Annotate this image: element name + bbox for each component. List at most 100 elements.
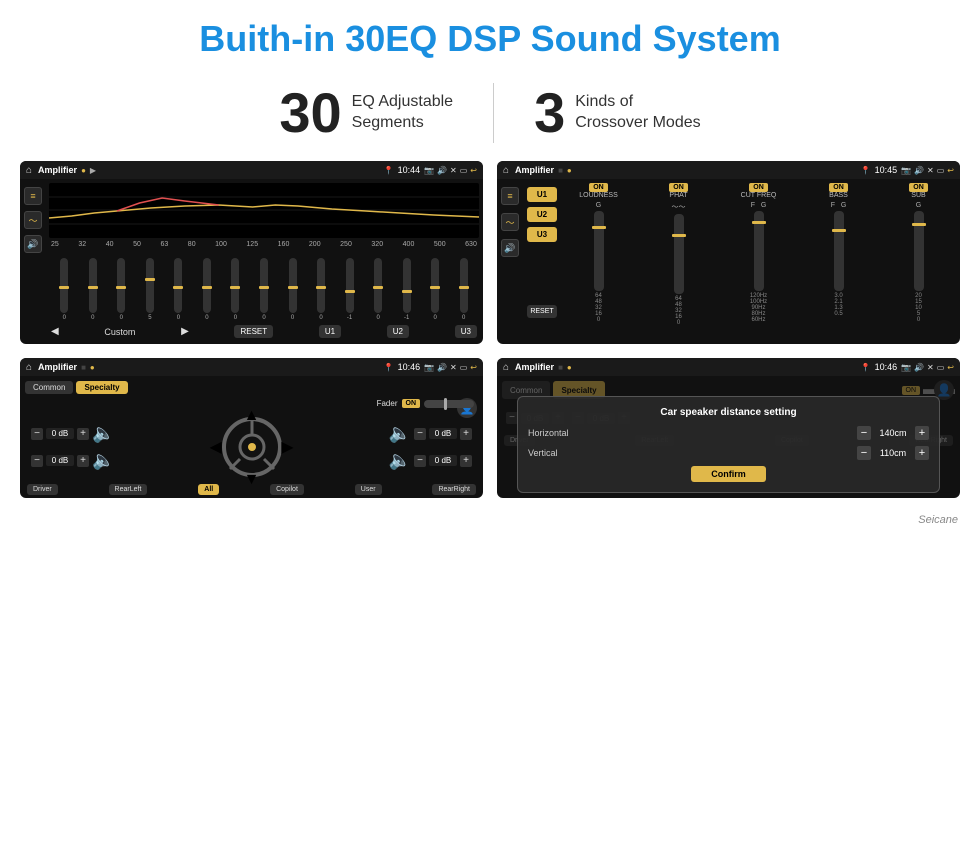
eq-slider-8[interactable]: 0 [251,258,278,321]
speaker1-back-icon[interactable]: ↩ [470,363,477,372]
right-bottom-minus[interactable]: − [414,455,426,467]
driver-btn[interactable]: Driver [27,484,58,495]
dialog-confirm-btn[interactable]: Confirm [691,466,766,482]
u1-button[interactable]: U1 [527,187,557,202]
eq-bottom-controls: ◀ Custom ▶ RESET U1 U2 U3 [49,321,479,340]
crossover-reset-btn[interactable]: RESET [527,305,557,318]
crossover-side-btn-3[interactable]: 🔊 [501,239,519,257]
close-icon[interactable]: ✕ [450,166,457,175]
left-bottom-minus[interactable]: − [31,455,43,467]
horizontal-plus-btn[interactable]: + [915,426,929,440]
left-top-minus[interactable]: − [31,428,43,440]
copilot-btn[interactable]: Copilot [270,484,304,495]
speaker1-location-icon: 📍 [384,363,394,372]
loudness-on-badge[interactable]: ON [589,183,608,192]
u3-button[interactable]: U3 [527,227,557,242]
eq-slider-4[interactable]: 5 [137,258,164,321]
loudness-slider[interactable] [594,211,604,291]
crossover-back-icon[interactable]: ↩ [947,166,954,175]
crossover-location-icon: 📍 [861,166,871,175]
left-speaker-icon-bottom: 🔈 [92,450,114,471]
crossover-side-btn-2[interactable]: 〜 [501,213,519,231]
eq-side-btn-3[interactable]: 🔊 [24,235,42,253]
eq-slider-11[interactable]: -1 [336,258,363,321]
eq-slider-1[interactable]: 0 [51,258,78,321]
window-icon: ▭ [460,166,468,175]
eq-slider-2[interactable]: 0 [80,258,107,321]
eq-slider-14[interactable]: 0 [422,258,449,321]
fader-on-toggle[interactable]: ON [402,399,421,408]
eq-slider-3[interactable]: 0 [108,258,135,321]
rearleft-btn[interactable]: RearLeft [109,484,148,495]
eq-location-icon: 📍 [384,166,394,175]
speaker-right-controls: 🔈 − 0 dB + 🔈 − 0 dB + [389,423,472,471]
speaker2-close-icon[interactable]: ✕ [927,363,934,372]
right-bottom-plus[interactable]: + [460,455,472,467]
eq-slider-7[interactable]: 0 [222,258,249,321]
eq-slider-6[interactable]: 0 [194,258,221,321]
horizontal-minus-btn[interactable]: − [857,426,871,440]
phat-on-badge[interactable]: ON [669,183,688,192]
u2-button[interactable]: U2 [527,207,557,222]
tab-common[interactable]: Common [25,381,73,394]
dialog-vertical-row: Vertical − 110cm + [528,446,929,460]
speaker2-home-icon[interactable]: ⌂ [503,362,509,373]
back-icon[interactable]: ↩ [470,166,477,175]
camera-icon: 📷 [424,166,434,175]
home-icon[interactable]: ⌂ [26,165,32,176]
eq-slider-10[interactable]: 0 [308,258,335,321]
user-btn[interactable]: User [355,484,382,495]
eq-side-btn-1[interactable]: ≡ [24,187,42,205]
speaker1-home-icon[interactable]: ⌂ [26,362,32,373]
crossover-side-btn-1[interactable]: ≡ [501,187,519,205]
eq-reset-btn[interactable]: RESET [234,325,273,338]
rearright-btn[interactable]: RearRight [432,484,476,495]
sub-params: G [916,202,921,209]
crossover-close-icon[interactable]: ✕ [927,166,934,175]
eq-slider-15[interactable]: 0 [450,258,477,321]
eq-slider-12[interactable]: 0 [365,258,392,321]
eq-side-btn-2[interactable]: 〜 [24,211,42,229]
loudness-vals: 644832160 [595,293,602,323]
freq-400: 400 [403,241,415,248]
bass-slider[interactable] [834,211,844,291]
dialog-vertical-control: − 110cm + [857,446,929,460]
all-btn[interactable]: All [198,484,219,495]
crossover-dot1: ■ [558,166,563,175]
fader-slider[interactable] [424,400,474,408]
eq-slider-13[interactable]: -1 [393,258,420,321]
eq-u2-btn[interactable]: U2 [387,325,409,338]
arrow-down-btn[interactable]: ▼ [244,471,260,489]
cutfreq-on-badge[interactable]: ON [749,183,768,192]
speaker1-inner: 👤 Common Specialty Fader ON − [20,376,483,498]
arrow-right-btn[interactable]: ▶ [281,437,293,457]
eq-slider-5[interactable]: 0 [165,258,192,321]
eq-u1-btn[interactable]: U1 [319,325,341,338]
stat-eq-line2: Segments [352,113,453,134]
left-bottom-plus[interactable]: + [77,455,89,467]
arrow-up-btn[interactable]: ▲ [244,407,260,425]
speaker2-back-icon[interactable]: ↩ [947,363,954,372]
left-top-plus[interactable]: + [77,428,89,440]
eq-next-btn[interactable]: ▶ [181,326,189,337]
vertical-plus-btn[interactable]: + [915,446,929,460]
crossover-home-icon[interactable]: ⌂ [503,165,509,176]
right-top-plus[interactable]: + [460,428,472,440]
seicane-logo: Seicane [0,514,980,530]
arrow-left-btn[interactable]: ◀ [210,437,222,457]
sub-slider[interactable] [914,211,924,291]
freq-160: 160 [278,241,290,248]
sub-on-badge[interactable]: ON [909,183,928,192]
cutfreq-slider[interactable] [754,211,764,291]
vertical-minus-btn[interactable]: − [857,446,871,460]
phat-slider[interactable] [674,214,684,294]
right-top-minus[interactable]: − [414,428,426,440]
eq-prev-btn[interactable]: ◀ [51,326,59,337]
speaker1-time: 10:46 [398,362,421,372]
bass-on-badge[interactable]: ON [829,183,848,192]
eq-u3-btn[interactable]: U3 [455,325,477,338]
speaker1-close-icon[interactable]: ✕ [450,363,457,372]
eq-slider-9[interactable]: 0 [279,258,306,321]
tab-specialty[interactable]: Specialty [76,381,127,394]
speaker-left-controls: − 0 dB + 🔈 − 0 dB + 🔈 [31,423,114,471]
